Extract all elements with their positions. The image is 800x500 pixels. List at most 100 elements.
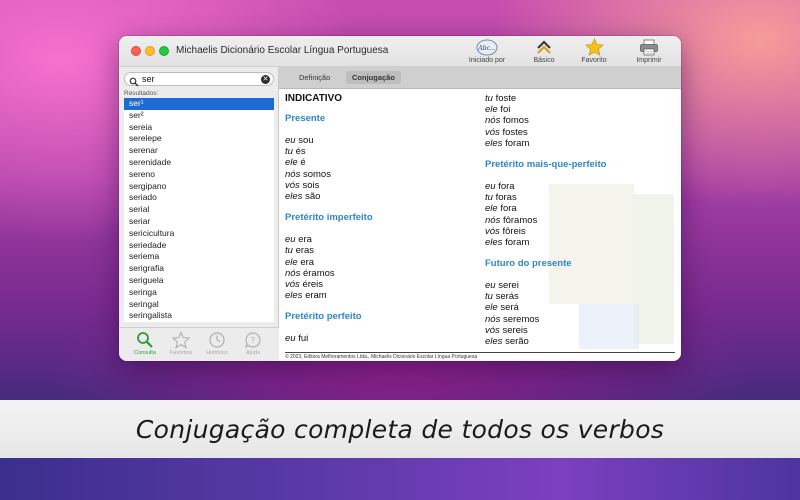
verb-form: seremos bbox=[502, 313, 540, 325]
tense-title-presente: Presente bbox=[285, 113, 326, 124]
result-item[interactable]: sericicultura bbox=[124, 228, 274, 240]
pronoun: nós bbox=[485, 313, 501, 325]
verb-form: eram bbox=[305, 290, 327, 302]
basico-button[interactable]: Básico bbox=[518, 38, 570, 66]
conjugation-line: nós fomos bbox=[485, 115, 680, 126]
view-segmented-control: Definição Conjugação bbox=[279, 67, 681, 89]
tab-ajuda[interactable]: ? Ajuda bbox=[235, 330, 271, 356]
verb-form: fostes bbox=[502, 126, 528, 138]
pronoun: tu bbox=[285, 146, 293, 158]
result-item[interactable]: serenidade bbox=[124, 157, 274, 169]
conjugation-line: ele é bbox=[285, 157, 480, 168]
verb-form: foste bbox=[495, 93, 517, 104]
conjugation-line: eles foram bbox=[485, 138, 680, 149]
verb-form: somos bbox=[302, 168, 331, 180]
conjugation-line: ele será bbox=[485, 302, 680, 313]
verb-form: sois bbox=[302, 179, 320, 191]
conjugation-line: tu foste bbox=[485, 93, 680, 104]
pronoun: nós bbox=[285, 168, 301, 180]
result-item[interactable]: seringal bbox=[124, 299, 274, 311]
favorito-label: Favorito bbox=[581, 57, 607, 64]
bottom-tab-bar: Consulta Favoritos Histórico ? Ajuda bbox=[119, 327, 279, 361]
tab-ajuda-label: Ajuda bbox=[245, 350, 261, 356]
conjugation-line: eles eram bbox=[285, 290, 480, 301]
favorito-button[interactable]: Favorito bbox=[568, 38, 620, 66]
verb-form: fora bbox=[500, 203, 517, 215]
svg-text:Abc...: Abc... bbox=[477, 45, 495, 52]
iniciado-por-label: Iniciado por bbox=[468, 57, 506, 64]
pronoun: eu bbox=[285, 234, 296, 246]
tab-conjugacao[interactable]: Conjugação bbox=[346, 71, 401, 84]
verb-form: era bbox=[298, 234, 312, 246]
verb-form: sou bbox=[298, 135, 314, 146]
result-item[interactable]: seriedade bbox=[124, 240, 274, 252]
result-item[interactable]: serenar bbox=[124, 145, 274, 157]
verb-form: serão bbox=[505, 336, 529, 347]
result-item[interactable]: seriguela bbox=[124, 275, 274, 287]
tense-lines-imperfeito: eu era tu eras ele era nós éramos vós éreis e… bbox=[285, 234, 480, 301]
result-item[interactable]: sereno bbox=[124, 169, 274, 181]
result-item[interactable]: sereia bbox=[124, 122, 274, 134]
pronoun: nós bbox=[285, 267, 301, 279]
pronoun: tu bbox=[485, 192, 493, 204]
conjugation-line: eu sou bbox=[285, 135, 480, 146]
conjugation-line: eles foram bbox=[485, 237, 680, 248]
tense-lines-futuro: eu serei tu serás ele será nós seremos vós s… bbox=[485, 280, 680, 347]
result-item[interactable]: seringalista bbox=[124, 310, 274, 322]
result-item[interactable]: serial bbox=[124, 204, 274, 216]
pronoun: tu bbox=[485, 93, 493, 104]
close-window-button[interactable] bbox=[131, 46, 141, 56]
conjugation-line: eu era bbox=[285, 234, 480, 245]
star-outline-icon bbox=[172, 331, 190, 349]
conjugation-line: tu és bbox=[285, 146, 480, 157]
pronoun: vós bbox=[285, 278, 300, 290]
result-item[interactable]: serigrafia bbox=[124, 263, 274, 275]
conjugation-line: nós éramos bbox=[285, 268, 480, 279]
minimize-window-button[interactable] bbox=[145, 46, 155, 56]
result-item[interactable]: ser¹ bbox=[124, 98, 274, 110]
verb-form: são bbox=[305, 190, 321, 202]
tense-lines-perfeito-left: eu fui bbox=[285, 333, 480, 344]
abc-icon: Abc... bbox=[476, 39, 498, 55]
search-input[interactable]: ser ✕ bbox=[124, 72, 274, 87]
tense-lines-perfeito-right: tu foste ele foi nós fomos vós fostes eles f… bbox=[485, 93, 680, 149]
result-item[interactable]: seriado bbox=[124, 192, 274, 204]
verb-form: éreis bbox=[302, 278, 324, 290]
clock-icon bbox=[209, 332, 225, 348]
tab-definicao[interactable]: Definição bbox=[293, 71, 336, 84]
imprimir-button[interactable]: Imprimir bbox=[623, 38, 675, 66]
pronoun: ele bbox=[485, 203, 498, 215]
conjugation-line: eu fui bbox=[285, 333, 480, 344]
conjugation-line: tu eras bbox=[285, 245, 480, 256]
result-item[interactable]: seringa bbox=[124, 287, 274, 299]
conjugation-line: nós somos bbox=[285, 169, 480, 180]
verb-form: fora bbox=[498, 180, 515, 192]
verb-form: será bbox=[500, 302, 519, 314]
title-bar: Michaelis Dicionário Escolar Língua Port… bbox=[119, 36, 681, 67]
pronoun: eles bbox=[485, 137, 503, 149]
result-item[interactable]: sergipano bbox=[124, 181, 274, 193]
pronoun: tu bbox=[485, 291, 493, 303]
conjugation-content: INDICATIVO Presente eu sou tu és ele é nós … bbox=[279, 89, 681, 361]
tab-consulta[interactable]: Consulta bbox=[127, 330, 163, 356]
tab-historico[interactable]: Histórico bbox=[199, 330, 235, 356]
pronoun: nós bbox=[485, 214, 501, 226]
pronoun: eu bbox=[285, 135, 296, 146]
result-item[interactable]: ser² bbox=[124, 110, 274, 122]
verb-form: eras bbox=[295, 245, 315, 257]
zoom-window-button[interactable] bbox=[159, 46, 169, 56]
clear-search-icon[interactable]: ✕ bbox=[261, 75, 270, 84]
conjugation-line: eu fora bbox=[485, 181, 680, 192]
verb-form: é bbox=[300, 157, 306, 169]
result-item[interactable]: seriema bbox=[124, 251, 274, 263]
pronoun: vós bbox=[485, 126, 500, 138]
printer-icon bbox=[640, 39, 658, 55]
pronoun: eu bbox=[485, 280, 496, 292]
result-item[interactable]: seriar bbox=[124, 216, 274, 228]
pronoun: eles bbox=[485, 236, 503, 248]
tab-favoritos[interactable]: Favoritos bbox=[163, 330, 199, 356]
conjugation-column-left: INDICATIVO Presente eu sou tu és ele é nós … bbox=[285, 93, 480, 344]
result-item[interactable]: serelepe bbox=[124, 133, 274, 145]
iniciado-por-button[interactable]: Abc... Iniciado por bbox=[461, 38, 513, 66]
app-window: Michaelis Dicionário Escolar Língua Port… bbox=[119, 36, 681, 361]
